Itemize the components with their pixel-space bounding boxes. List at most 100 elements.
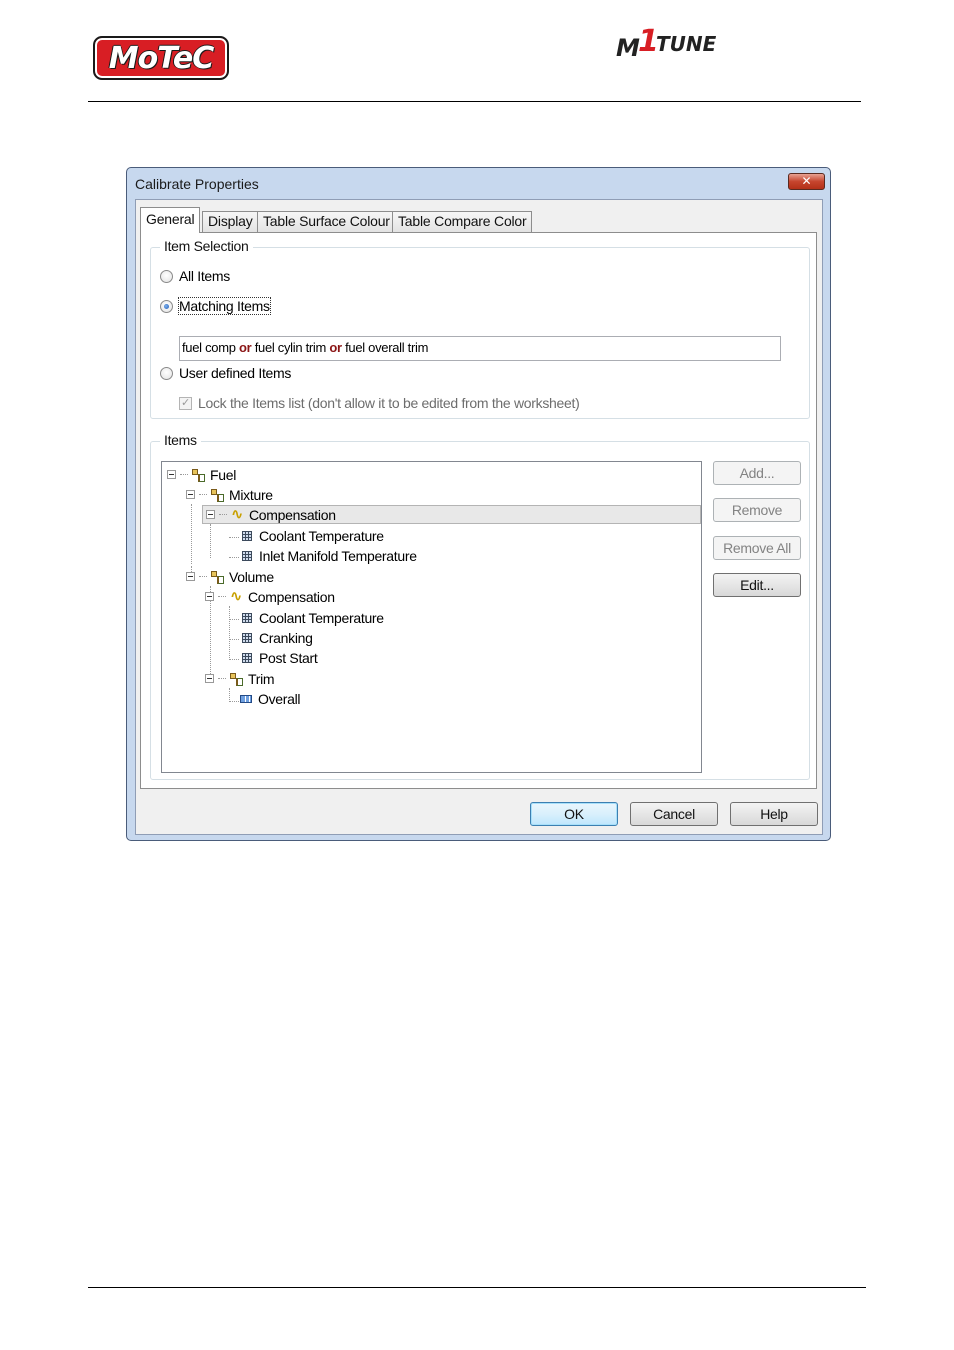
tab-general-label: General xyxy=(146,211,195,227)
tree-item-inlet-manifold-temperature[interactable]: Inlet Manifold Temperature xyxy=(240,546,417,565)
dialog-client-area: General Display Table Surface Colour Tab… xyxy=(135,199,823,835)
tree-item-mixture-compensation[interactable]: ∿ Compensation xyxy=(202,505,701,524)
tree-connector xyxy=(218,596,226,597)
tree-line xyxy=(229,639,239,640)
tree-item-volume-coolant-temperature[interactable]: Coolant Temperature xyxy=(240,608,384,627)
tab-table-surface-colour[interactable]: Table Surface Colour xyxy=(257,211,396,232)
tree-item-label: Mixture xyxy=(229,486,273,503)
tree-item-label: Coolant Temperature xyxy=(259,527,384,544)
tree-line xyxy=(229,619,239,620)
tree-line xyxy=(210,524,211,558)
collapse-icon[interactable] xyxy=(205,674,214,683)
tree-item-label: Post Start xyxy=(259,649,318,666)
tree-item-label: Trim xyxy=(248,670,275,687)
all-items-label: All Items xyxy=(179,268,230,284)
collapse-icon[interactable] xyxy=(205,592,214,601)
all-items-option[interactable]: All Items xyxy=(160,268,230,284)
user-defined-items-radio[interactable] xyxy=(160,366,173,380)
tree-connector xyxy=(219,514,227,515)
tab-table-compare-color[interactable]: Table Compare Color xyxy=(392,211,533,232)
items-legend: Items xyxy=(160,432,201,448)
tree-item-label: Inlet Manifold Temperature xyxy=(259,547,417,564)
general-tab-panel: Item Selection All Items Matching Items … xyxy=(140,232,817,789)
tree-line xyxy=(229,688,230,702)
items-group: Items Fuel Mixture ∿ Compensation Coolan… xyxy=(150,432,810,780)
tree-item-label: Volume xyxy=(229,568,274,585)
collapse-icon[interactable] xyxy=(186,572,195,581)
tree-line xyxy=(229,659,239,660)
tree-connector xyxy=(199,494,207,495)
table-icon xyxy=(242,632,252,643)
match-operator-1: or xyxy=(238,340,252,355)
table-icon xyxy=(242,530,252,541)
folder-icon xyxy=(210,488,224,502)
tree-item-mixture[interactable]: Mixture xyxy=(186,485,273,504)
tree-item-label: Overall xyxy=(258,690,301,707)
wave-icon: ∿ xyxy=(229,587,243,605)
tree-item-label: Compensation xyxy=(248,588,335,605)
ok-button[interactable]: OK xyxy=(530,802,618,826)
tree-connector xyxy=(180,474,188,475)
items-tree[interactable]: Fuel Mixture ∿ Compensation Coolant Temp… xyxy=(161,461,702,773)
table-icon xyxy=(242,612,252,623)
lock-items-label: Lock the Items list (don't allow it to b… xyxy=(198,395,580,411)
remove-all-button[interactable]: Remove All xyxy=(713,536,801,560)
tab-general[interactable]: General xyxy=(140,207,201,233)
folder-icon xyxy=(210,570,224,584)
matching-items-radio[interactable] xyxy=(160,299,173,313)
add-button[interactable]: Add... xyxy=(713,461,801,485)
matching-items-expression-field[interactable]: fuel comp or fuel cylin trim or fuel ove… xyxy=(179,336,781,361)
cancel-button[interactable]: Cancel xyxy=(630,802,718,826)
tree-line xyxy=(229,701,239,702)
m1-tune-logo: M 1 TUNE xyxy=(616,24,716,62)
user-defined-items-option[interactable]: User defined Items xyxy=(160,365,291,381)
match-term-3: fuel overall trim xyxy=(345,340,429,355)
help-button[interactable]: Help xyxy=(730,802,818,826)
tree-item-cranking[interactable]: Cranking xyxy=(240,628,313,647)
value-icon xyxy=(240,694,252,703)
collapse-icon[interactable] xyxy=(206,510,215,519)
close-button[interactable]: ✕ xyxy=(788,173,825,190)
tree-line xyxy=(229,557,239,558)
tree-connector xyxy=(199,576,207,577)
motec-logo: MoTeC xyxy=(93,36,229,80)
tree-item-trim[interactable]: Trim xyxy=(205,669,275,688)
tab-display[interactable]: Display xyxy=(202,211,259,232)
dialog-title: Calibrate Properties xyxy=(135,176,259,192)
table-icon xyxy=(242,550,252,561)
tab-table-compare-color-label: Table Compare Color xyxy=(398,213,527,229)
edit-button[interactable]: Edit... xyxy=(713,573,801,597)
dialog-titlebar[interactable]: Calibrate Properties ✕ xyxy=(127,168,830,199)
tree-item-label: Coolant Temperature xyxy=(259,609,384,626)
tree-item-volume-compensation[interactable]: ∿ Compensation xyxy=(205,587,335,606)
tree-item-mixture-coolant-temperature[interactable]: Coolant Temperature xyxy=(240,526,384,545)
user-defined-items-label: User defined Items xyxy=(179,365,292,381)
collapse-icon[interactable] xyxy=(167,470,176,479)
close-icon: ✕ xyxy=(801,174,812,188)
tree-connector xyxy=(218,678,226,679)
tree-item-volume[interactable]: Volume xyxy=(186,567,274,586)
table-icon xyxy=(242,652,252,663)
tree-item-post-start[interactable]: Post Start xyxy=(240,648,318,667)
lock-items-option[interactable]: ✓ Lock the Items list (don't allow it to… xyxy=(179,395,580,411)
lock-items-checkbox[interactable]: ✓ xyxy=(179,396,192,410)
m1-logo-tune: TUNE xyxy=(656,32,717,56)
tree-item-fuel[interactable]: Fuel xyxy=(167,465,236,484)
folder-icon xyxy=(191,468,205,482)
match-term-1: fuel comp xyxy=(182,340,236,355)
header-rule xyxy=(88,101,861,102)
remove-button[interactable]: Remove xyxy=(713,498,801,522)
matching-items-option[interactable]: Matching Items xyxy=(160,297,271,315)
match-operator-2: or xyxy=(329,340,342,355)
tab-table-surface-colour-label: Table Surface Colour xyxy=(263,213,390,229)
matching-items-label: Matching Items xyxy=(178,297,271,315)
all-items-radio[interactable] xyxy=(160,269,173,283)
match-term-2: fuel cylin trim xyxy=(254,340,327,355)
footer-rule xyxy=(88,1287,866,1288)
calibrate-properties-dialog: Calibrate Properties ✕ General Display T… xyxy=(126,167,831,841)
tree-item-overall[interactable]: Overall xyxy=(240,689,301,708)
tree-line xyxy=(229,537,239,538)
item-selection-group: Item Selection All Items Matching Items … xyxy=(150,238,810,419)
check-icon: ✓ xyxy=(181,396,190,409)
collapse-icon[interactable] xyxy=(186,490,195,499)
